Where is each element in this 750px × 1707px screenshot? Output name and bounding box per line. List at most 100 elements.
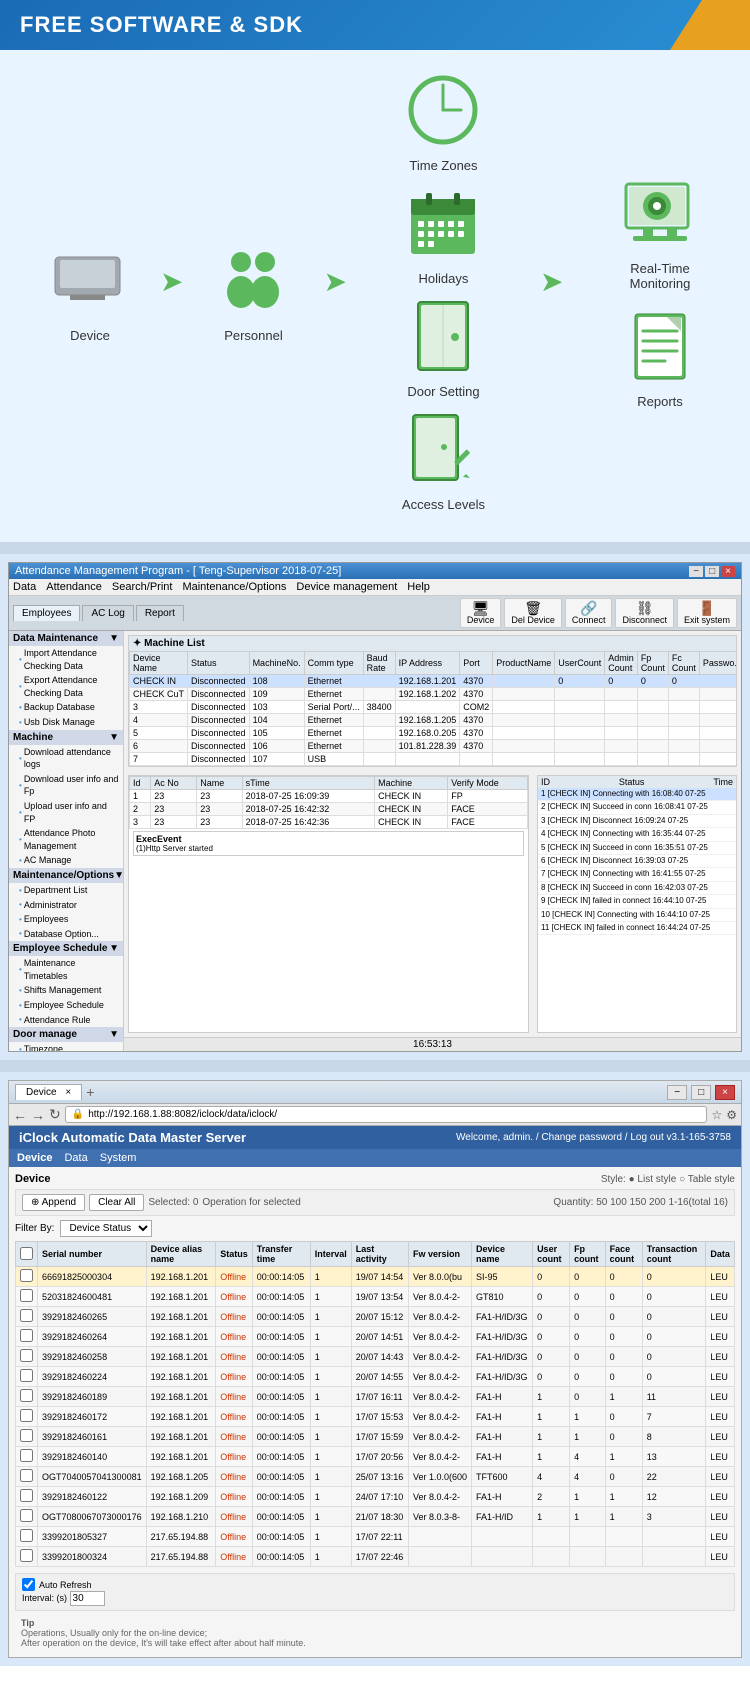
device-row[interactable]: 3929182460140 192.168.1.201 Offline 00:0… xyxy=(16,1447,735,1467)
device-row[interactable]: 3399201805327 217.65.194.88 Offline 00:0… xyxy=(16,1527,735,1547)
connect-btn[interactable]: 🔗 Connect xyxy=(565,598,613,628)
sidebar-header-maintenance[interactable]: Maintenance/Options ▼ xyxy=(9,868,123,883)
menu-maintenance[interactable]: Maintenance/Options xyxy=(182,581,286,593)
device-row[interactable]: OGT7080067073000176 192.168.1.210 Offlin… xyxy=(16,1507,735,1527)
menu-data[interactable]: Data xyxy=(13,581,36,593)
event-item[interactable]: 3 [CHECK IN] Disconnect 16:09:24 07-25 xyxy=(538,815,736,828)
sidebar-item-employees[interactable]: Employees xyxy=(9,912,123,927)
sidebar-item-timezone[interactable]: Timezone xyxy=(9,1042,123,1051)
browser-minimize[interactable]: − xyxy=(667,1085,687,1100)
table-row[interactable]: CHECK IN Disconnected 108 Ethernet 192.1… xyxy=(130,675,737,688)
sidebar-item-db[interactable]: Database Option... xyxy=(9,927,123,942)
window-controls[interactable]: − □ × xyxy=(689,566,735,577)
append-btn[interactable]: ⊕ Append xyxy=(22,1194,85,1211)
log-row[interactable]: 1 23 23 2018-07-25 16:09:39 CHECK IN FP xyxy=(130,790,528,803)
table-row[interactable]: 3 Disconnected 103 Serial Port/... 38400… xyxy=(130,701,737,714)
device-row[interactable]: 3929182460264 192.168.1.201 Offline 00:0… xyxy=(16,1327,735,1347)
sidebar-item-emp-schedule[interactable]: Employee Schedule xyxy=(9,998,123,1013)
sidebar-item-import[interactable]: Import Attendance Checking Data xyxy=(9,646,123,673)
minimize-btn[interactable]: − xyxy=(689,566,703,577)
sidebar-item-ac[interactable]: AC Manage xyxy=(9,853,123,868)
new-tab-btn[interactable]: + xyxy=(86,1084,94,1100)
sidebar-item-upload-user[interactable]: Upload user info and FP xyxy=(9,799,123,826)
sidebar-item-timetable[interactable]: Maintenance Timetables xyxy=(9,956,123,983)
menu-help[interactable]: Help xyxy=(407,581,430,593)
device-row[interactable]: 3929182460161 192.168.1.201 Offline 00:0… xyxy=(16,1427,735,1447)
sidebar-item-download-logs[interactable]: Download attendance logs xyxy=(9,745,123,772)
nav-device[interactable]: Device xyxy=(17,1152,52,1164)
browser-close[interactable]: × xyxy=(715,1085,735,1100)
event-item[interactable]: 6 [CHECK IN] Disconnect 16:39:03 07-25 xyxy=(538,855,736,868)
sidebar-item-download-user[interactable]: Download user info and Fp xyxy=(9,772,123,799)
log-row[interactable]: 2 23 23 2018-07-25 16:42:32 CHECK IN FAC… xyxy=(130,803,528,816)
device-row[interactable]: 3929182460189 192.168.1.201 Offline 00:0… xyxy=(16,1387,735,1407)
sidebar-item-admin[interactable]: Administrator xyxy=(9,898,123,913)
device-row[interactable]: 3929182460258 192.168.1.201 Offline 00:0… xyxy=(16,1347,735,1367)
device-row[interactable]: 52031824600481 192.168.1.201 Offline 00:… xyxy=(16,1287,735,1307)
sidebar-header-door[interactable]: Door manage ▼ xyxy=(9,1027,123,1042)
device-row[interactable]: 3929182460224 192.168.1.201 Offline 00:0… xyxy=(16,1367,735,1387)
sidebar-item-photo[interactable]: Attendance Photo Management xyxy=(9,826,123,853)
sidebar-item-shifts[interactable]: Shifts Management xyxy=(9,983,123,998)
device-row[interactable]: 3929182460122 192.168.1.209 Offline 00:0… xyxy=(16,1487,735,1507)
table-row[interactable]: 7 Disconnected 107 USB xyxy=(130,753,737,766)
event-item[interactable]: 7 [CHECK IN] Connecting with 16:41:55 07… xyxy=(538,868,736,881)
device-row[interactable]: 3929182460172 192.168.1.201 Offline 00:0… xyxy=(16,1407,735,1427)
auto-refresh-checkbox[interactable] xyxy=(22,1578,35,1591)
forward-btn[interactable]: → xyxy=(31,1107,45,1123)
auto-refresh-label[interactable]: Auto Refresh xyxy=(22,1578,728,1591)
nav-system[interactable]: System xyxy=(100,1152,137,1164)
table-row[interactable]: CHECK CuT Disconnected 109 Ethernet 192.… xyxy=(130,688,737,701)
sidebar-header-machine[interactable]: Machine ▼ xyxy=(9,730,123,745)
menu-attendance[interactable]: Attendance xyxy=(46,581,102,593)
menu-search[interactable]: Search/Print xyxy=(112,581,173,593)
style-toggle[interactable]: Style: ● List style ○ Table style xyxy=(601,1174,735,1185)
device-btn[interactable]: 🖥 Device xyxy=(460,598,502,628)
device-row[interactable]: OGT7040057041300081 192.168.1.205 Offlin… xyxy=(16,1467,735,1487)
event-item[interactable]: 8 [CHECK IN] Succeed in conn 16:42:03 07… xyxy=(538,882,736,895)
browser-tab[interactable]: Device × xyxy=(15,1084,82,1100)
tab-aclog[interactable]: AC Log xyxy=(82,605,133,621)
maximize-btn[interactable]: □ xyxy=(705,566,719,577)
event-item[interactable]: 5 [CHECK IN] Succeed in conn 16:35:51 07… xyxy=(538,842,736,855)
address-bar[interactable]: 🔒 http://192.168.1.88:8082/iclock/data/i… xyxy=(65,1106,708,1123)
event-item[interactable]: 2 [CHECK IN] Succeed in conn 16:08:41 07… xyxy=(538,801,736,814)
event-item[interactable]: 9 [CHECK IN] failed in connect 16:44:10 … xyxy=(538,895,736,908)
table-row[interactable]: 6 Disconnected 106 Ethernet 101.81.228.3… xyxy=(130,740,737,753)
device-row[interactable]: 3929182460265 192.168.1.201 Offline 00:0… xyxy=(16,1307,735,1327)
event-item[interactable]: 11 [CHECK IN] failed in connect 16:44:24… xyxy=(538,922,736,935)
tab-close[interactable]: × xyxy=(65,1087,71,1098)
device-row[interactable]: 66691825000304 192.168.1.201 Offline 00:… xyxy=(16,1267,735,1287)
log-row[interactable]: 3 23 23 2018-07-25 16:42:36 CHECK IN FAC… xyxy=(130,816,528,829)
sidebar-item-export[interactable]: Export Attendance Checking Data xyxy=(9,673,123,700)
nav-data[interactable]: Data xyxy=(64,1152,87,1164)
event-item[interactable]: 10 [CHECK IN] Connecting with 16:44:10 0… xyxy=(538,909,736,922)
close-btn[interactable]: × xyxy=(721,566,735,577)
sidebar-header-schedule[interactable]: Employee Schedule ▼ xyxy=(9,941,123,956)
filter-select[interactable]: Device Status xyxy=(60,1220,152,1237)
interval-input[interactable] xyxy=(70,1591,105,1606)
table-row[interactable]: 4 Disconnected 104 Ethernet 192.168.1.20… xyxy=(130,714,737,727)
event-item[interactable]: 1 [CHECK IN] Connecting with 16:08:40 07… xyxy=(538,788,736,801)
tab-report[interactable]: Report xyxy=(136,605,184,621)
disconnect-btn[interactable]: ⛓ Disconnect xyxy=(615,598,674,628)
select-all-checkbox[interactable] xyxy=(20,1247,33,1260)
sidebar-item-backup[interactable]: Backup Database xyxy=(9,700,123,715)
settings-icon[interactable]: ⚙ xyxy=(726,1108,737,1122)
sidebar-header-data[interactable]: Data Maintenance ▼ xyxy=(9,631,123,646)
clear-btn[interactable]: Clear All xyxy=(89,1194,144,1211)
back-btn[interactable]: ← xyxy=(13,1107,27,1123)
refresh-btn[interactable]: ↻ xyxy=(49,1106,61,1123)
device-row[interactable]: 3399201800324 217.65.194.88 Offline 00:0… xyxy=(16,1547,735,1567)
browser-maximize[interactable]: □ xyxy=(691,1085,711,1100)
bookmark-icon[interactable]: ☆ xyxy=(711,1108,722,1122)
menu-device-mgmt[interactable]: Device management xyxy=(296,581,397,593)
del-device-btn[interactable]: 🗑 Del Device xyxy=(504,598,562,628)
sidebar-item-att-rule[interactable]: Attendance Rule xyxy=(9,1013,123,1028)
tab-employees[interactable]: Employees xyxy=(13,605,80,621)
exit-btn[interactable]: 🚪 Exit system xyxy=(677,598,737,628)
event-item[interactable]: 4 [CHECK IN] Connecting with 16:35:44 07… xyxy=(538,828,736,841)
sidebar-item-usb[interactable]: Usb Disk Manage xyxy=(9,715,123,730)
table-row[interactable]: 5 Disconnected 105 Ethernet 192.168.0.20… xyxy=(130,727,737,740)
sidebar-item-dept[interactable]: Department List xyxy=(9,883,123,898)
